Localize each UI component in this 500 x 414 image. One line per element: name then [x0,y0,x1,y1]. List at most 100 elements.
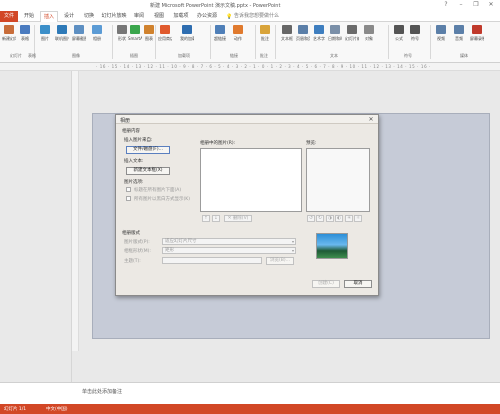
ribbon-button[interactable]: SmartArt [128,25,142,50]
dialog-title-bar: 相册 ✕ [116,115,378,124]
group-label-slides: 幻灯片 [10,53,22,58]
insert-from-label: 插入图片来自: [124,138,153,143]
ribbon-button[interactable]: 动作 [231,25,245,50]
brightness-down-button[interactable]: ☼ [354,215,362,222]
ribbon-button-icon [472,25,482,34]
help-button[interactable]: ? [440,1,452,9]
ribbon-button[interactable]: 新建幻灯片 [2,25,16,50]
tab-slideshow[interactable]: 幻灯片放映 [100,11,128,22]
minimize-button[interactable]: – [455,1,467,9]
brightness-up-button[interactable]: ☀ [345,215,353,222]
pictures-in-album-list[interactable] [200,148,302,212]
slide-thumbnail-pane[interactable] [0,71,72,382]
new-textbox-button[interactable]: 新建文本框(X) [126,167,170,175]
ribbon-button[interactable]: 屏幕截图 [72,25,86,50]
ribbon-button[interactable]: 图片 [38,25,52,50]
album-layout-label: 相册版式 [122,231,140,236]
ribbon-button-icon [4,25,14,34]
picture-options-label: 图片选项: [124,180,144,185]
group-label-comments: 批注 [260,53,268,58]
ribbon-button[interactable]: 联机图片 [55,25,69,50]
tab-transitions[interactable]: 切换 [80,11,98,22]
ribbon-button-icon [40,25,50,34]
notes-pane[interactable]: 单击此处添加备注 [0,382,500,404]
ruler-ticks: · 16 · 15 · 14 · 13 · 12 · 11 · 10 · 9 ·… [96,64,431,69]
status-bar: 幻灯片 1/1 中文(中国) [0,404,500,414]
theme-input[interactable] [162,257,262,264]
ribbon-button[interactable]: 超链接 [213,25,227,50]
tell-me-search[interactable]: 告诉我您想要做什么 [234,11,294,22]
group-label-images: 图像 [72,53,80,58]
rotate-left-button[interactable]: ↺ [307,215,315,222]
ribbon-button-icon [410,25,420,34]
ribbon-button-label: 视频 [437,36,445,41]
tab-home[interactable]: 开始 [20,11,38,22]
ribbon-button-label: 符号 [411,36,419,41]
ribbon-button-label: 联机图片 [55,36,69,41]
tab-office-resources[interactable]: 办公资源 [194,11,220,22]
ribbon-button[interactable]: 视频 [434,25,448,50]
ribbon-button-icon [144,25,154,34]
ribbon-button[interactable]: 批注 [258,25,272,50]
tab-review[interactable]: 审阅 [130,11,148,22]
ribbon-button[interactable]: 屏幕录制 [470,25,484,50]
ribbon: 新建幻灯片表格 图片 联机图片屏幕截图 相册 形状SmartArt图表应用商店 我的加载项… [0,22,500,63]
album-content-label: 相册内容 [122,129,140,134]
dialog-close-button[interactable]: ✕ [367,116,375,123]
ribbon-button-label: 图表 [145,36,153,41]
file-disk-button[interactable]: 文件/磁盘(F)... [126,146,170,154]
ribbon-button-label: 公式 [395,36,403,41]
contrast-up-button[interactable]: ◑ [326,215,334,222]
ribbon-button-icon [330,25,340,34]
ribbon-button[interactable]: 幻灯片编号 [345,25,359,50]
dialog-title: 相册 [120,118,131,124]
move-down-button[interactable]: ↓ [212,215,220,222]
tab-view[interactable]: 视图 [150,11,168,22]
move-up-button[interactable]: ↑ [202,215,210,222]
horizontal-ruler: · 16 · 15 · 14 · 13 · 12 · 11 · 10 · 9 ·… [0,63,500,71]
ribbon-button[interactable]: 日期和时间 [328,25,342,50]
ribbon-button[interactable]: 对象 [362,25,376,50]
close-window-button[interactable]: ✕ [485,1,497,9]
ribbon-button[interactable]: 图表 [142,25,156,50]
maximize-button[interactable]: ❐ [470,1,482,9]
ribbon-button[interactable]: 文本框 [280,25,294,50]
tab-addins[interactable]: 加载项 [170,11,192,22]
tab-design[interactable]: 设计 [60,11,78,22]
ribbon-button[interactable]: 相册 [90,25,104,50]
ribbon-button-label: 对象 [365,36,373,41]
ribbon-button[interactable]: 音频 [452,25,466,50]
ribbon-button-icon [314,25,324,34]
rotate-right-button[interactable]: ↻ [316,215,324,222]
caption-below-checkbox[interactable] [126,187,131,192]
contrast-down-button[interactable]: ◐ [335,215,343,222]
ribbon-button-icon [233,25,243,34]
tab-file[interactable]: 文件 [0,11,18,22]
ribbon-button-label: 形状 [118,36,126,41]
cancel-button[interactable]: 取消 [344,280,372,288]
create-button[interactable]: 创建(C) [312,280,340,288]
frame-shape-select[interactable]: 矩形 ▾ [162,247,296,254]
picture-layout-select[interactable]: 适应幻灯片尺寸 ▾ [162,238,296,245]
ribbon-tabs: 文件 开始 插入 设计 切换 幻灯片放映 审阅 视图 加载项 办公资源 💡 告诉… [0,11,500,22]
ribbon-button[interactable]: 页眉和页脚 [296,25,310,50]
ribbon-button-icon [436,25,446,34]
browse-button[interactable]: 浏览(B)... [266,257,294,265]
ribbon-button[interactable]: 形状 [115,25,129,50]
ribbon-button[interactable]: 表格 [18,25,32,50]
ribbon-button-icon [130,25,140,34]
ribbon-button-label: 超链接 [214,36,226,41]
ribbon-button-label: 动作 [234,36,242,41]
ribbon-button[interactable]: 我的加载项 [180,25,194,50]
language-indicator[interactable]: 中文(中国) [46,406,68,412]
ribbon-button[interactable]: 公式 [392,25,406,50]
tab-insert[interactable]: 插入 [40,11,58,22]
ribbon-button-label: SmartArt [128,36,142,41]
remove-button[interactable]: ✕ 删除(V) [224,215,252,222]
ribbon-button-label: 文本框 [281,36,293,41]
black-white-checkbox[interactable] [126,196,131,201]
ribbon-button[interactable]: 符号 [408,25,422,50]
ribbon-button[interactable]: 应用商店 [158,25,172,50]
ribbon-button[interactable]: 艺术字 [312,25,326,50]
group-separator [112,25,113,59]
